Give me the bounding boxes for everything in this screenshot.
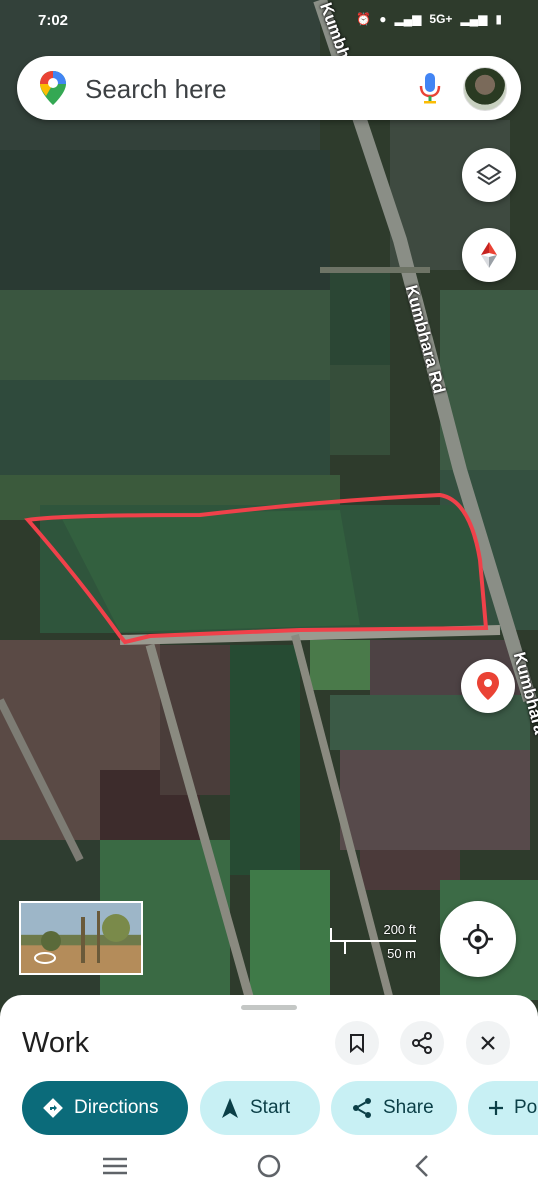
layers-icon [476,163,502,186]
directions-icon [42,1097,64,1119]
dropped-pin-marker[interactable] [461,659,515,713]
more-action-label: Po [514,1097,538,1118]
recent-apps-icon[interactable] [102,1156,128,1176]
directions-button[interactable]: Directions [22,1081,188,1135]
status-icons: ⏰ ● ▂▄▆ 5G+ ▂▄▆ ▮ [356,12,502,26]
signal-icon-2: ▂▄▆ [460,12,488,26]
search-input[interactable]: Search here [85,74,227,105]
directions-label: Directions [74,1097,159,1118]
close-button[interactable] [466,1021,510,1065]
home-icon[interactable] [257,1154,281,1178]
layers-button[interactable] [462,148,516,202]
system-nav-bar [0,1142,538,1200]
scale-tick [344,940,346,954]
scale-meters: 50 m [387,946,416,961]
maps-logo-icon [40,71,66,105]
alarm-icon: ⏰ [356,12,372,26]
rotate-360-icon [34,952,56,964]
place-title: Work [22,1027,90,1059]
compass-icon [481,242,497,268]
mic-icon[interactable] [419,72,441,104]
share-icon [412,1032,432,1054]
network-type: 5G+ [429,12,453,26]
scale-feet: 200 ft [383,922,416,937]
map-scale: 200 ft 50 m [328,918,420,964]
avatar[interactable] [463,67,507,111]
place-bottom-sheet[interactable]: Work Directions Start Share Po [0,995,538,1200]
location-icon: ● [379,12,387,26]
signal-icon: ▂▄▆ [394,12,422,26]
status-time: 7:02 [38,12,69,29]
share-icon-button[interactable] [400,1021,444,1065]
close-icon [481,1036,495,1050]
bookmark-icon [350,1034,364,1053]
plus-icon [488,1100,504,1116]
drag-handle[interactable] [241,1005,297,1010]
status-bar: 7:02 ⏰ ● ▂▄▆ 5G+ ▂▄▆ ▮ [0,0,538,42]
navigation-arrow-icon [220,1097,240,1119]
start-button[interactable]: Start [200,1081,320,1135]
back-icon[interactable] [414,1154,430,1178]
crosshair-icon [463,924,493,954]
my-location-button[interactable] [440,901,516,977]
save-button[interactable] [335,1021,379,1065]
share-button[interactable]: Share [331,1081,457,1135]
compass-button[interactable] [462,228,516,282]
place-pin-icon [477,672,499,700]
battery-icon: ▮ [495,12,502,26]
street-view-thumbnail[interactable] [19,901,143,975]
share-icon [351,1097,373,1119]
share-label: Share [383,1097,434,1118]
more-action-button[interactable]: Po [468,1081,538,1135]
scale-bar [330,940,416,942]
start-label: Start [250,1097,291,1118]
search-bar[interactable]: Search here [17,56,521,120]
